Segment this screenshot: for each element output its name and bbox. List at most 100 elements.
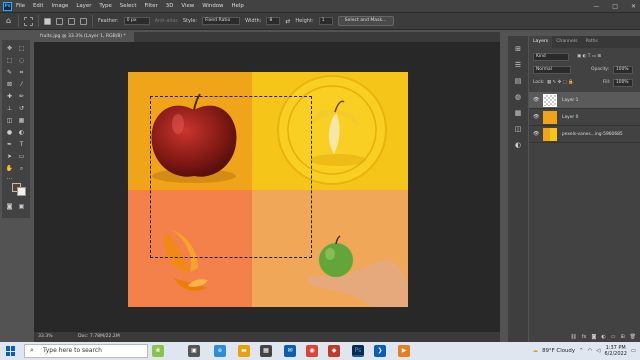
adjustments-panel-icon[interactable]: ▤ (513, 76, 523, 86)
intersect-selection-icon[interactable] (80, 17, 87, 25)
style-select[interactable]: Fixed Ratio (202, 17, 241, 25)
document-canvas[interactable] (128, 72, 408, 307)
opacity-input[interactable]: 100% (613, 66, 633, 74)
swap-icon[interactable]: ⇄ (285, 18, 290, 25)
maximize-icon[interactable]: □ (612, 3, 618, 10)
visibility-eye-icon[interactable]: 👁 (533, 114, 539, 120)
layer-row[interactable]: 👁 Layer 0 (529, 109, 640, 126)
adjustment-layer-icon[interactable]: ◐ (601, 332, 605, 342)
screen-mode-icon[interactable]: ▣ (17, 202, 26, 211)
volume-icon[interactable]: ◁ (596, 348, 600, 354)
tab-paths[interactable]: Paths (581, 36, 602, 48)
height-input[interactable]: 1 (318, 17, 333, 25)
windows-start-icon[interactable] (6, 346, 16, 356)
link-layers-icon[interactable]: ⛓ (570, 332, 576, 342)
close-icon[interactable]: ✕ (631, 3, 636, 10)
menu-type[interactable]: Type (99, 3, 111, 9)
color-panel-icon[interactable]: ◍ (513, 92, 523, 102)
properties-panel-icon[interactable]: ☰ (513, 60, 523, 70)
search-input[interactable]: Type here to search (43, 345, 102, 357)
brushes-panel-icon[interactable]: ◐ (513, 140, 523, 150)
quick-select-tool-icon[interactable]: ✎ (5, 68, 14, 77)
eyedropper-tool-icon[interactable]: ⁄ (17, 80, 26, 89)
layer-row[interactable]: 👁 pexels-vanes...ing-5960685 (529, 126, 640, 143)
photoshop-logo[interactable]: Ps (3, 1, 12, 11)
menu-file[interactable]: File (16, 3, 25, 9)
brush-tool-icon[interactable]: ✏ (17, 92, 26, 101)
menu-select[interactable]: Select (120, 3, 137, 9)
menu-layer[interactable]: Layer (76, 3, 91, 9)
file-explorer-icon[interactable]: ▬ (238, 345, 250, 357)
path-select-tool-icon[interactable]: ➤ (5, 152, 14, 161)
weather-icon[interactable]: ☁ (533, 348, 538, 354)
lock-icons[interactable]: ▦ ✎ ✥ ⬚ 🔒 (547, 79, 574, 87)
taskbar-search[interactable]: ⌕ Type here to search (24, 344, 148, 358)
history-brush-tool-icon[interactable]: ↺ (17, 104, 26, 113)
filter-kind-select[interactable]: Kind (533, 53, 569, 61)
store-icon[interactable]: ▦ (260, 345, 272, 357)
swatches-panel-icon[interactable]: ▦ (513, 108, 523, 118)
width-input[interactable]: 8 (266, 17, 281, 25)
menu-edit[interactable]: Edit (33, 3, 43, 9)
task-view-icon[interactable]: ▣ (188, 345, 200, 357)
document-tab[interactable]: fruits.jpg @ 33.3% (Layer 1, RGB/8) * (34, 32, 134, 42)
hand-tool-icon[interactable]: ✋ (5, 164, 14, 173)
mail-icon[interactable]: ✉ (284, 345, 296, 357)
canvas-area[interactable] (34, 42, 500, 332)
artboard-tool-icon[interactable]: ⬚ (17, 44, 26, 53)
tab-channels[interactable]: Channels (552, 36, 581, 48)
layer-row[interactable]: 👁 Layer 1 (529, 92, 640, 109)
clock[interactable]: 1:37 PM 6/2/2022 (604, 345, 626, 357)
visibility-eye-icon[interactable]: 👁 (533, 131, 539, 137)
tray-chevron-icon[interactable]: ⌃ (579, 348, 584, 354)
filter-icons[interactable]: ▣ ◐ T ▭ ⊞ (577, 53, 601, 61)
home-icon[interactable]: ⌂ (4, 16, 13, 26)
clone-stamp-tool-icon[interactable]: ⊥ (5, 104, 14, 113)
move-tool-icon[interactable]: ✥ (5, 44, 14, 53)
app-icon[interactable]: ▶ (398, 345, 410, 357)
subtract-selection-icon[interactable] (68, 17, 75, 25)
crop-tool-icon[interactable]: ⌗ (17, 68, 26, 77)
eraser-tool-icon[interactable]: ◫ (5, 116, 14, 125)
zoom-level[interactable]: 33.3% (38, 332, 53, 342)
quick-mask-icon[interactable]: ◙ (5, 202, 14, 211)
app-icon[interactable]: ◆ (328, 345, 340, 357)
type-tool-icon[interactable]: T (17, 140, 26, 149)
weather-text[interactable]: 89°F Cloudy (542, 348, 575, 354)
visibility-eye-icon[interactable]: 👁 (533, 97, 539, 103)
tab-layers[interactable]: Layers (529, 36, 553, 48)
rectangle-tool-icon[interactable]: ▭ (17, 152, 26, 161)
notification-icon[interactable]: ▭ (631, 348, 636, 354)
menu-filter[interactable]: Filter (144, 3, 157, 9)
healing-brush-tool-icon[interactable]: ✚ (5, 92, 14, 101)
libraries-panel-icon[interactable]: ◫ (513, 124, 523, 134)
rect-marquee-tool-icon[interactable] (24, 16, 33, 26)
blur-tool-icon[interactable]: ● (5, 128, 14, 137)
background-color-swatch[interactable] (17, 187, 26, 196)
frame-tool-icon[interactable]: ⊠ (5, 80, 14, 89)
blend-mode-select[interactable]: Normal (533, 66, 571, 74)
vscode-icon[interactable]: ❯ (374, 345, 386, 357)
feather-input[interactable]: 0 px (123, 17, 150, 25)
minimize-icon[interactable]: — (593, 3, 599, 10)
photoshop-taskbar-icon[interactable]: Ps (352, 345, 364, 357)
chrome-icon[interactable]: ◉ (306, 345, 318, 357)
select-and-mask-button[interactable]: Select and Mask... (337, 16, 394, 26)
new-selection-icon[interactable] (44, 17, 51, 25)
delete-layer-icon[interactable]: 🗑 (630, 332, 636, 342)
menu-help[interactable]: Help (231, 3, 243, 9)
pen-tool-icon[interactable]: ✒ (5, 140, 14, 149)
history-panel-icon[interactable]: ⊞ (513, 44, 523, 54)
layer-mask-icon[interactable]: ◙ (591, 332, 596, 342)
antialias-checkbox[interactable]: Anti-alias (155, 18, 178, 24)
zoom-tool-icon[interactable]: ⌕ (17, 164, 26, 173)
add-selection-icon[interactable] (56, 17, 63, 25)
group-layers-icon[interactable]: ▭ (611, 332, 616, 342)
menu-image[interactable]: Image (51, 3, 68, 9)
marquee-selection[interactable] (150, 96, 312, 258)
network-icon[interactable]: ◠ (588, 348, 593, 354)
edge-icon[interactable]: e (214, 345, 226, 357)
layer-style-icon[interactable]: fx (582, 332, 587, 342)
new-layer-icon[interactable]: ⊞ (620, 332, 624, 342)
menu-view[interactable]: View (181, 3, 194, 9)
